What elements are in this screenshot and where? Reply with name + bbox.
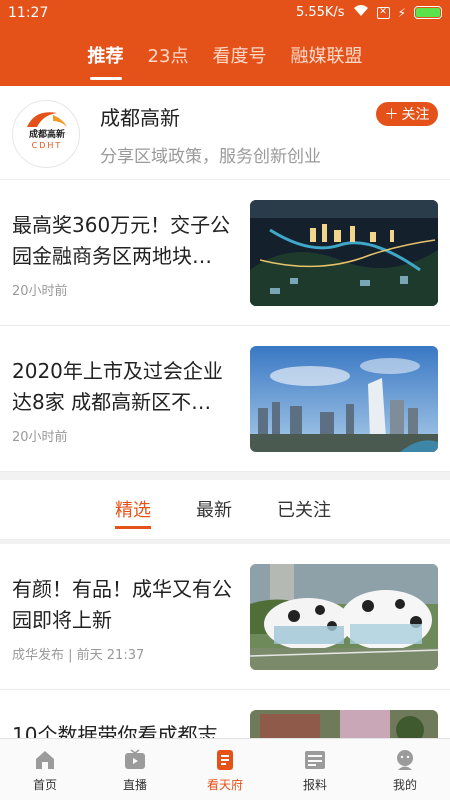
live-tv-icon: [125, 749, 145, 769]
list-item[interactable]: 最高奖360万元！交子公园金融商务区两地块… 20小时前: [0, 180, 450, 326]
list-item[interactable]: 有颜！有品！成华又有公园即将上新 成华发布 | 前天 21:37: [0, 544, 450, 690]
publisher-card[interactable]: 成都高新 CDHT 成都高新 分享区域政策，服务创新创业 ＋ 关注: [0, 86, 450, 180]
tab-media-alliance[interactable]: 融媒联盟: [278, 40, 374, 82]
status-time: 11:27: [8, 5, 49, 21]
nav-label: 首页: [32, 778, 57, 792]
profile-icon: [397, 750, 413, 770]
status-bar: 11:27 5.55K/s ✕ ⚡: [0, 0, 450, 26]
home-icon: [36, 751, 54, 769]
nav-home[interactable]: 首页: [0, 739, 90, 800]
logo-text: 成都高新: [29, 128, 65, 140]
tianfu-icon: [217, 750, 233, 770]
nav-report[interactable]: 报料: [270, 739, 360, 800]
article-title: 2020年上市及过会企业达8家 成都高新区不…: [12, 359, 223, 414]
top-tabs: 推荐 23点 看度号 融媒联盟: [0, 40, 450, 84]
nav-live[interactable]: 直播: [90, 739, 180, 800]
article-thumbnail: [250, 346, 438, 452]
follow-button[interactable]: ＋ 关注: [376, 102, 438, 126]
tab-latest[interactable]: 最新: [196, 496, 232, 522]
publisher-logo[interactable]: 成都高新 CDHT: [12, 100, 80, 168]
article-title: 有颜！有品！成华又有公园即将上新: [12, 577, 232, 632]
article-thumbnail: [250, 564, 438, 670]
nav-label: 看天府: [206, 778, 243, 792]
tab-featured[interactable]: 精选: [115, 496, 151, 529]
tab-followed[interactable]: 已关注: [277, 496, 331, 522]
tab-recommend[interactable]: 推荐: [76, 40, 136, 82]
article-title: 最高奖360万元！交子公园金融商务区两地块…: [12, 213, 231, 268]
list-item[interactable]: 2020年上市及过会企业达8家 成都高新区不… 20小时前: [0, 326, 450, 472]
no-sim-icon: ✕: [376, 6, 390, 19]
tab-23-dian[interactable]: 23点: [136, 40, 201, 82]
follow-label: 关注: [401, 107, 430, 123]
tab-kandu-hao[interactable]: 看度号: [200, 40, 278, 82]
nav-label: 直播: [122, 778, 147, 792]
feed-tabs: 精选 最新 已关注: [0, 480, 450, 540]
nav-tianfu[interactable]: 看天府: [180, 739, 270, 800]
charging-icon: ⚡: [397, 5, 406, 20]
logo-subtext: CDHT: [32, 141, 63, 150]
bottom-nav: 首页 直播 看天府 报料 我的: [0, 738, 450, 800]
nav-label: 报料: [302, 778, 327, 792]
top-bar: 11:27 5.55K/s ✕ ⚡ 推荐 23点 看度号 融媒联盟: [0, 0, 450, 86]
nav-label: 我的: [392, 778, 417, 792]
plus-icon: ＋: [384, 107, 399, 123]
publisher-description: 分享区域政策，服务创新创业: [100, 147, 321, 167]
network-speed: 5.55K/s: [295, 5, 345, 20]
article-meta: 成华发布 | 前天 21:37: [12, 648, 145, 663]
article-meta: 20小时前: [12, 430, 68, 445]
section-divider: [0, 472, 450, 480]
article-thumbnail: [250, 200, 438, 306]
battery-icon: [414, 6, 442, 19]
publisher-name: 成都高新: [100, 106, 180, 130]
article-meta: 20小时前: [12, 284, 68, 299]
wifi-icon: [353, 4, 369, 21]
nav-profile[interactable]: 我的: [360, 739, 450, 800]
report-icon: [305, 751, 325, 769]
status-icons: 5.55K/s ✕ ⚡: [296, 4, 442, 21]
